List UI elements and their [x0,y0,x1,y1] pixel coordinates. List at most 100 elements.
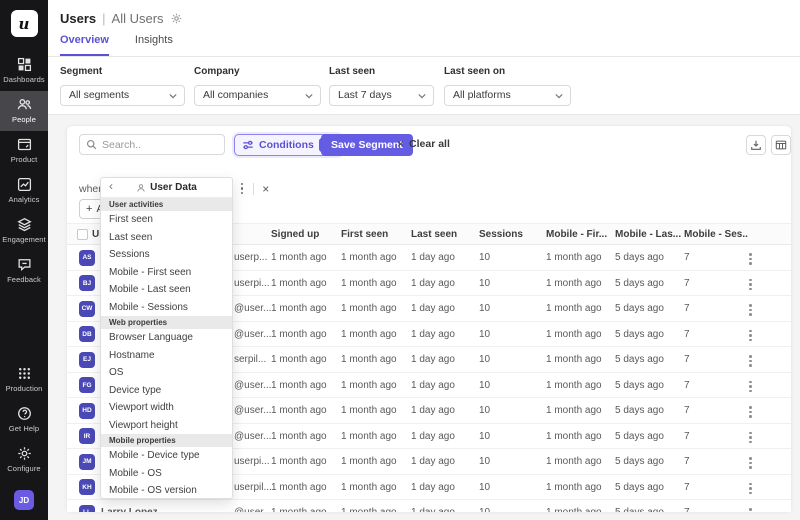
manage-columns-button[interactable] [771,135,791,155]
cell-mobile-sessions: 7 [684,271,690,296]
chevron-down-icon [555,93,563,99]
sidebar: u Dashboards People Product Analytics En… [0,0,48,520]
cell-mobile-first-seen: 1 month ago [546,347,602,372]
cell-mobile-first-seen: 1 month ago [546,398,602,423]
cell-mobile-last-seen: 5 days ago [615,424,664,449]
dropdown-item-last-seen[interactable]: Last seen [101,229,232,247]
dropdown-item-device-type[interactable]: Device type [101,382,232,400]
row-menu-icon[interactable] [747,302,754,318]
dropdown-item-os[interactable]: OS [101,364,232,382]
dropdown-item-mobile-device-type[interactable]: Mobile - Device type [101,447,232,465]
main-content: Users | All Users Overview Insights Segm… [48,0,800,520]
select-all-checkbox[interactable] [77,229,88,240]
title-users: Users [60,11,96,26]
table-row[interactable]: LL Larry Lopez @user... 1 month ago 1 mo… [67,500,791,512]
cell-sessions: 10 [479,424,490,449]
sidebar-item-production[interactable]: Production [0,360,48,400]
cell-mobile-last-seen: 5 days ago [615,398,664,423]
dropdown-item-sessions[interactable]: Sessions [101,246,232,264]
clear-all-button[interactable]: × Clear all [397,138,450,150]
filter-select[interactable]: All segments [60,85,185,106]
tab-insights[interactable]: Insights [135,34,173,56]
cell-mobile-last-seen: 5 days ago [615,322,664,347]
filter-bar: Segment All segments Company All compani… [48,57,800,115]
row-menu-icon[interactable] [747,353,754,369]
filter-company: Company All companies [194,66,321,106]
cell-mobile-sessions: 7 [684,500,690,512]
sidebar-item-label: Configure [7,464,40,473]
title-separator: | [102,11,105,26]
cell-mobile-sessions: 7 [684,475,690,500]
filter-select[interactable]: Last 7 days [329,85,434,106]
app-logo[interactable]: u [11,10,38,37]
dropdown-item-first-seen[interactable]: First seen [101,211,232,229]
dropdown-item-mobile-last-seen[interactable]: Mobile - Last seen [101,281,232,299]
row-menu-icon[interactable] [747,379,754,395]
cell-signed-up: 1 month ago [271,245,327,270]
dropdown-item-mobile-first-seen[interactable]: Mobile - First seen [101,264,232,282]
dropdown-item-mobile-os[interactable]: Mobile - OS [101,465,232,483]
cell-mobile-last-seen: 5 days ago [615,449,664,474]
row-menu-icon[interactable] [747,277,754,293]
filter-selected-value: All companies [203,89,268,101]
dropdown-item-browser-language[interactable]: Browser Language [101,329,232,347]
download-button[interactable] [746,135,766,155]
dropdown-item-mobile-os-version[interactable]: Mobile - OS version [101,482,232,499]
cell-signed-up: 1 month ago [271,475,327,500]
sidebar-item-configure[interactable]: Configure [0,440,48,480]
filter-select[interactable]: All companies [194,85,321,106]
dropdown-item-viewport-width[interactable]: Viewport width [101,399,232,417]
row-menu-icon[interactable] [747,430,754,446]
cell-mobile-last-seen: 5 days ago [615,245,664,270]
chevron-down-icon [305,93,313,99]
filter-select[interactable]: All platforms [444,85,571,106]
user-email: userpi... [234,449,270,474]
cell-mobile-first-seen: 1 month ago [546,271,602,296]
user-data-icon [136,183,146,193]
feedback-icon [17,257,32,272]
row-menu-icon[interactable] [747,328,754,344]
cell-mobile-first-seen: 1 month ago [546,449,602,474]
sidebar-item-people[interactable]: People [0,91,48,131]
sidebar-item-dashboards[interactable]: Dashboards [0,51,48,91]
condition-menu-icon[interactable] [239,181,246,197]
table-search[interactable] [79,134,225,155]
cell-signed-up: 1 month ago [271,449,327,474]
dropdown-item-hostname[interactable]: Hostname [101,347,232,365]
cell-sessions: 10 [479,475,490,500]
search-input[interactable] [102,139,218,151]
segment-settings-icon[interactable] [171,13,182,24]
user-name: Larry Lopez [101,500,158,512]
row-menu-icon[interactable] [747,481,754,497]
row-menu-icon[interactable] [747,404,754,420]
dropdown-title: User Data [150,182,197,193]
dropdown-item-viewport-height[interactable]: Viewport height [101,417,232,435]
back-icon[interactable]: ‹ [109,179,113,193]
sidebar-item-label: Engagement [2,235,46,244]
row-menu-icon[interactable] [747,506,754,512]
cell-mobile-first-seen: 1 month ago [546,322,602,347]
cell-mobile-sessions: 7 [684,322,690,347]
cell-mobile-first-seen: 1 month ago [546,296,602,321]
cell-signed-up: 1 month ago [271,347,327,372]
remove-condition-icon[interactable]: × [262,183,269,195]
row-menu-icon[interactable] [747,251,754,267]
sidebar-item-analytics[interactable]: Analytics [0,171,48,211]
dropdown-section-header: Web properties [101,316,232,329]
cell-sessions: 10 [479,500,490,512]
row-menu-icon[interactable] [747,455,754,471]
dropdown-item-mobile-sessions[interactable]: Mobile - Sessions [101,299,232,317]
help-icon [17,406,32,421]
sidebar-item-get-help[interactable]: Get Help [0,400,48,440]
tab-overview[interactable]: Overview [60,34,109,56]
user-avatar[interactable]: JD [14,490,34,510]
engagement-icon [17,217,32,232]
gear-icon [17,446,32,461]
sidebar-item-engagement[interactable]: Engagement [0,211,48,251]
title-segment-name: All Users [112,11,164,26]
sidebar-item-feedback[interactable]: Feedback [0,251,48,291]
dashboards-icon [17,57,32,72]
cell-mobile-sessions: 7 [684,424,690,449]
user-email: serpil... [234,347,266,372]
sidebar-item-product[interactable]: Product [0,131,48,171]
